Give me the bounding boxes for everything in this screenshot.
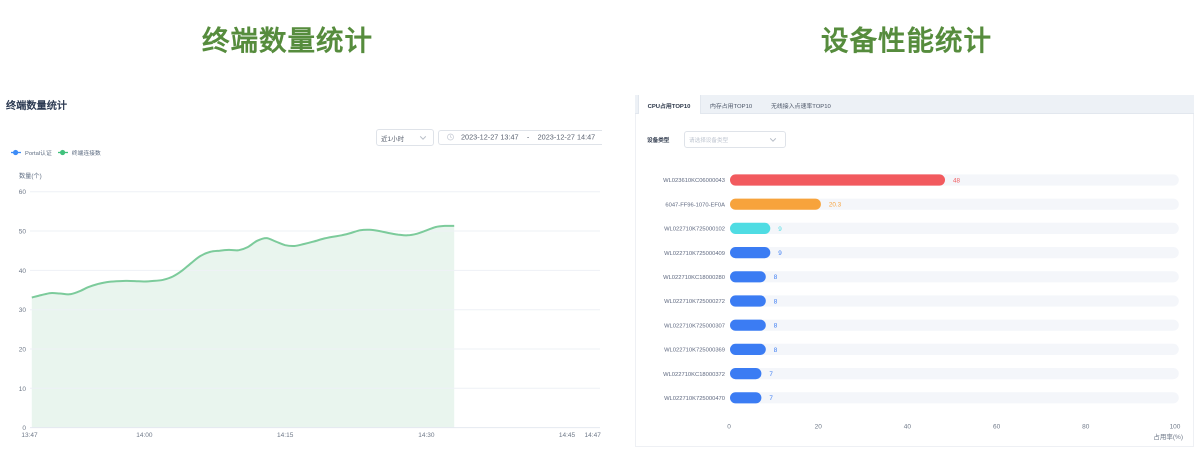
- svg-text:WL023610KC06000043: WL023610KC06000043: [663, 178, 725, 184]
- svg-text:6047-FF96-1070-EF0A: 6047-FF96-1070-EF0A: [665, 202, 725, 208]
- svg-text:60: 60: [19, 189, 27, 196]
- svg-text:14:45: 14:45: [559, 432, 576, 439]
- svg-text:13:47: 13:47: [21, 432, 38, 439]
- svg-text:14:00: 14:00: [136, 432, 153, 439]
- svg-text:40: 40: [19, 268, 27, 275]
- svg-text:10: 10: [19, 386, 27, 393]
- svg-text:8: 8: [774, 298, 778, 305]
- svg-text:7: 7: [769, 395, 773, 402]
- svg-text:WL022710KC18000372: WL022710KC18000372: [663, 372, 725, 378]
- svg-text:7: 7: [769, 371, 773, 378]
- svg-text:20: 20: [815, 424, 823, 431]
- svg-text:14:30: 14:30: [418, 432, 435, 439]
- svg-text:100: 100: [1170, 424, 1181, 431]
- svg-text:48: 48: [953, 177, 961, 184]
- svg-text:50: 50: [19, 229, 27, 236]
- svg-text:占用率(%): 占用率(%): [1153, 432, 1183, 441]
- svg-text:60: 60: [993, 424, 1001, 431]
- svg-text:20: 20: [19, 347, 27, 354]
- svg-text:0: 0: [727, 424, 731, 431]
- svg-text:WL022710K725000272: WL022710K725000272: [664, 299, 725, 305]
- svg-text:14:47: 14:47: [585, 432, 602, 439]
- svg-text:8: 8: [774, 274, 778, 281]
- svg-text:WL022710KC18000280: WL022710KC18000280: [663, 275, 725, 281]
- svg-text:WL022710K725000102: WL022710K725000102: [664, 227, 725, 233]
- svg-text:8: 8: [774, 347, 778, 354]
- svg-text:数量(个): 数量(个): [19, 172, 42, 180]
- svg-text:20.3: 20.3: [829, 202, 842, 209]
- svg-text:9: 9: [778, 250, 782, 257]
- svg-text:80: 80: [1082, 424, 1090, 431]
- svg-text:8: 8: [774, 323, 778, 330]
- svg-text:40: 40: [904, 424, 912, 431]
- svg-text:9: 9: [778, 226, 782, 233]
- svg-text:WL022710K725000409: WL022710K725000409: [664, 251, 725, 257]
- svg-text:WL022710K725000369: WL022710K725000369: [664, 348, 725, 354]
- svg-text:14:15: 14:15: [277, 432, 294, 439]
- svg-text:30: 30: [19, 307, 27, 314]
- svg-text:WL022710K725000470: WL022710K725000470: [664, 396, 725, 402]
- svg-text:WL022710K725000307: WL022710K725000307: [664, 323, 725, 329]
